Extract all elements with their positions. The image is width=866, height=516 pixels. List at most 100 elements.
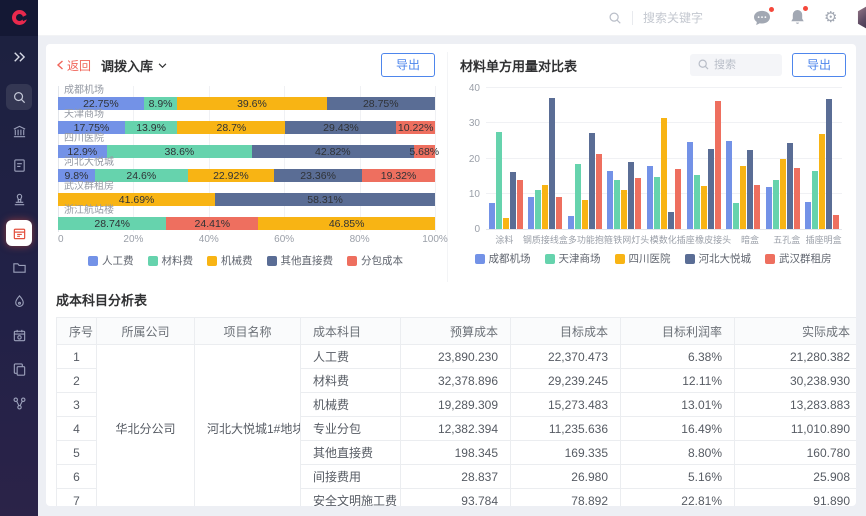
back-button[interactable]: 返回 (56, 57, 91, 74)
bar[interactable] (528, 197, 534, 229)
bar[interactable] (517, 180, 523, 229)
bar[interactable] (503, 218, 509, 229)
bar[interactable] (812, 171, 818, 229)
bar[interactable] (766, 187, 772, 229)
bar[interactable] (754, 185, 760, 229)
search-icon[interactable] (608, 11, 622, 25)
bar-segment[interactable]: 10.22% (396, 121, 435, 134)
bar[interactable] (805, 202, 811, 229)
stacked-bar[interactable]: 22.75%8.9%39.6%28.75% (58, 97, 435, 110)
sidebar-item-calendar[interactable] (6, 322, 32, 348)
bar[interactable] (733, 203, 739, 229)
bar[interactable] (596, 154, 602, 229)
sidebar-item-document[interactable] (6, 152, 32, 178)
sidebar-item-copy[interactable] (6, 356, 32, 382)
bar[interactable] (780, 159, 786, 229)
bar[interactable] (568, 216, 574, 229)
bar[interactable] (826, 99, 832, 229)
bar-segment[interactable]: 8.9% (144, 97, 178, 110)
bar[interactable] (675, 169, 681, 229)
bar[interactable] (635, 178, 641, 229)
legend-item[interactable]: 机械费 (207, 253, 253, 268)
legend-item[interactable]: 分包成本 (347, 253, 403, 268)
sidebar-item-stamp[interactable] (6, 186, 32, 212)
comment-icon[interactable] (753, 10, 771, 26)
bar-segment[interactable]: 19.32% (362, 169, 435, 182)
bar[interactable] (668, 212, 674, 229)
bar-segment[interactable]: 28.7% (177, 121, 285, 134)
bar[interactable] (694, 175, 700, 229)
stacked-bar[interactable]: 12.9%38.6%42.82%5.68% (58, 145, 435, 158)
sidebar-item-drop[interactable] (6, 288, 32, 314)
bar-segment[interactable]: 23.36% (274, 169, 362, 182)
bar[interactable] (661, 118, 667, 229)
bar[interactable] (708, 149, 714, 229)
bar[interactable] (496, 132, 502, 229)
sidebar-item-folder[interactable] (6, 254, 32, 280)
bar-segment[interactable]: 46.85% (258, 217, 435, 230)
bar[interactable] (582, 200, 588, 229)
app-logo[interactable] (0, 0, 38, 36)
avatar[interactable] (856, 5, 866, 30)
bar[interactable] (773, 180, 779, 229)
bar-segment[interactable]: 5.68% (414, 145, 435, 158)
bar[interactable] (589, 133, 595, 229)
stacked-bar[interactable]: 28.74%24.41%46.85% (58, 217, 435, 230)
bar[interactable] (549, 98, 555, 229)
bar[interactable] (833, 215, 839, 229)
legend-item[interactable]: 四川医院 (615, 251, 671, 266)
bar-segment[interactable]: 28.75% (327, 97, 435, 110)
gear-icon[interactable]: ⚙ (824, 10, 837, 25)
bar[interactable] (607, 171, 613, 230)
sidebar-item-materials[interactable] (6, 220, 32, 246)
bar-segment[interactable]: 13.9% (125, 121, 177, 134)
bar[interactable] (819, 134, 825, 229)
bell-icon[interactable] (790, 9, 805, 26)
bar-segment[interactable]: 42.82% (252, 145, 413, 158)
bar[interactable] (687, 142, 693, 229)
legend-item[interactable]: 材料费 (148, 253, 194, 268)
legend-item[interactable]: 武汉群租房 (765, 251, 832, 266)
bar-segment[interactable]: 24.41% (166, 217, 258, 230)
bar[interactable] (715, 101, 721, 229)
bar[interactable] (794, 168, 800, 229)
bar[interactable] (740, 166, 746, 229)
bar-segment[interactable]: 58.31% (215, 193, 435, 206)
bar-segment[interactable]: 29.43% (285, 121, 396, 134)
bar[interactable] (614, 180, 620, 229)
bar[interactable] (628, 162, 634, 229)
bar[interactable] (575, 164, 581, 229)
stacked-bar[interactable]: 41.69%58.31% (58, 193, 435, 206)
legend-item[interactable]: 天津商场 (545, 251, 601, 266)
bar[interactable] (647, 166, 653, 229)
export-button[interactable]: 导出 (792, 53, 846, 77)
bar[interactable] (701, 186, 707, 229)
sidebar-item-bank[interactable] (6, 118, 32, 144)
table-row[interactable]: 1华北分公司河北大悦城1#地块项目人工费23,890.23022,370.473… (57, 345, 857, 369)
legend-item[interactable]: 其他直接费 (267, 253, 334, 268)
bar-segment[interactable]: 38.6% (107, 145, 253, 158)
bar[interactable] (556, 197, 562, 229)
bar[interactable] (654, 177, 660, 229)
expand-icon[interactable] (6, 44, 32, 70)
bar[interactable] (510, 172, 516, 229)
stacked-bar[interactable]: 9.8%24.6%22.92%23.36%19.32% (58, 169, 435, 182)
bar[interactable] (726, 141, 732, 229)
stacked-bar[interactable]: 17.75%13.9%28.7%29.43%10.22% (58, 121, 435, 134)
bar[interactable] (787, 143, 793, 229)
bar[interactable] (747, 150, 753, 229)
sidebar-item-search[interactable] (6, 84, 32, 110)
page-title-dropdown[interactable]: 调拨入库 (101, 56, 167, 75)
bar-segment[interactable]: 28.74% (58, 217, 166, 230)
export-button[interactable]: 导出 (381, 53, 435, 77)
bar[interactable] (489, 203, 495, 229)
sidebar-item-flow[interactable] (6, 390, 32, 416)
bar-segment[interactable]: 39.6% (177, 97, 326, 110)
legend-item[interactable]: 成都机场 (475, 251, 531, 266)
bar[interactable] (535, 190, 541, 229)
legend-item[interactable]: 人工费 (88, 253, 134, 268)
bar[interactable] (542, 185, 548, 229)
legend-item[interactable]: 河北大悦城 (685, 251, 752, 266)
bar[interactable] (621, 190, 627, 229)
bar-segment[interactable]: 22.92% (188, 169, 274, 182)
